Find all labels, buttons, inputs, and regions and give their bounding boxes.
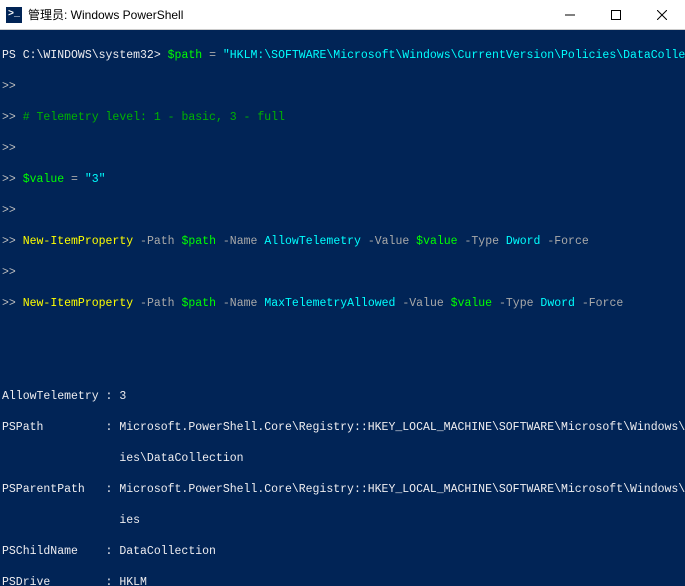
minimize-button[interactable] xyxy=(547,0,593,29)
variable: $value xyxy=(416,235,457,248)
cmdlet: New-ItemProperty xyxy=(23,297,133,310)
command-line-2: >> # Telemetry level: 1 - basic, 3 - ful… xyxy=(2,110,685,126)
output-line: ies xyxy=(2,513,685,529)
param: -Name xyxy=(223,235,258,248)
command-line-4: >> New-ItemProperty -Path $path -Name Al… xyxy=(2,234,685,250)
param: -Value xyxy=(402,297,443,310)
continuation-marker: >> xyxy=(2,203,685,219)
string-literal: "HKLM:\SOFTWARE\Microsoft\Windows\Curren… xyxy=(223,49,685,62)
output-line: PSPath : Microsoft.PowerShell.Core\Regis… xyxy=(2,420,685,436)
operator: = xyxy=(71,173,78,186)
param: -Name xyxy=(223,297,258,310)
continuation-marker: >> xyxy=(2,265,685,281)
command-line-5: >> New-ItemProperty -Path $path -Name Ma… xyxy=(2,296,685,312)
output-line: PSParentPath : Microsoft.PowerShell.Core… xyxy=(2,482,685,498)
param: -Force xyxy=(582,297,623,310)
output-line: ies\DataCollection xyxy=(2,451,685,467)
command-line-3: >> $value = "3" xyxy=(2,172,685,188)
variable: $path xyxy=(181,297,216,310)
variable: $path xyxy=(181,235,216,248)
window-title: 管理员: Windows PowerShell xyxy=(28,6,547,23)
argument: AllowTelemetry xyxy=(264,235,361,248)
powershell-icon: >_ xyxy=(6,7,22,23)
param: -Type xyxy=(465,235,500,248)
prompt-path: PS C:\WINDOWS\system32> xyxy=(2,49,161,62)
output-line: AllowTelemetry : 3 xyxy=(2,389,685,405)
operator: = xyxy=(209,49,216,62)
window-controls xyxy=(547,0,685,29)
variable: $value xyxy=(23,173,64,186)
window-titlebar: >_ 管理员: Windows PowerShell xyxy=(0,0,685,30)
blank-line xyxy=(2,327,685,343)
maximize-button[interactable] xyxy=(593,0,639,29)
argument: Dword xyxy=(540,297,575,310)
cmdlet: New-ItemProperty xyxy=(23,235,133,248)
variable: $value xyxy=(451,297,492,310)
continuation-marker: >> xyxy=(2,79,685,95)
param: -Path xyxy=(140,235,175,248)
continuation-marker: >> xyxy=(2,141,685,157)
param: -Type xyxy=(499,297,534,310)
param: -Path xyxy=(140,297,175,310)
string-literal: "3" xyxy=(85,173,106,186)
argument: Dword xyxy=(506,235,541,248)
variable: $path xyxy=(168,49,203,62)
param: -Force xyxy=(547,235,588,248)
close-button[interactable] xyxy=(639,0,685,29)
output-line: PSChildName : DataCollection xyxy=(2,544,685,560)
argument: MaxTelemetryAllowed xyxy=(264,297,395,310)
output-line: PSDrive : HKLM xyxy=(2,575,685,586)
param: -Value xyxy=(368,235,409,248)
blank-line xyxy=(2,358,685,374)
terminal-body[interactable]: PS C:\WINDOWS\system32> $path = "HKLM:\S… xyxy=(0,30,685,586)
command-line-1: PS C:\WINDOWS\system32> $path = "HKLM:\S… xyxy=(2,48,685,64)
comment: # Telemetry level: 1 - basic, 3 - full xyxy=(23,111,285,124)
